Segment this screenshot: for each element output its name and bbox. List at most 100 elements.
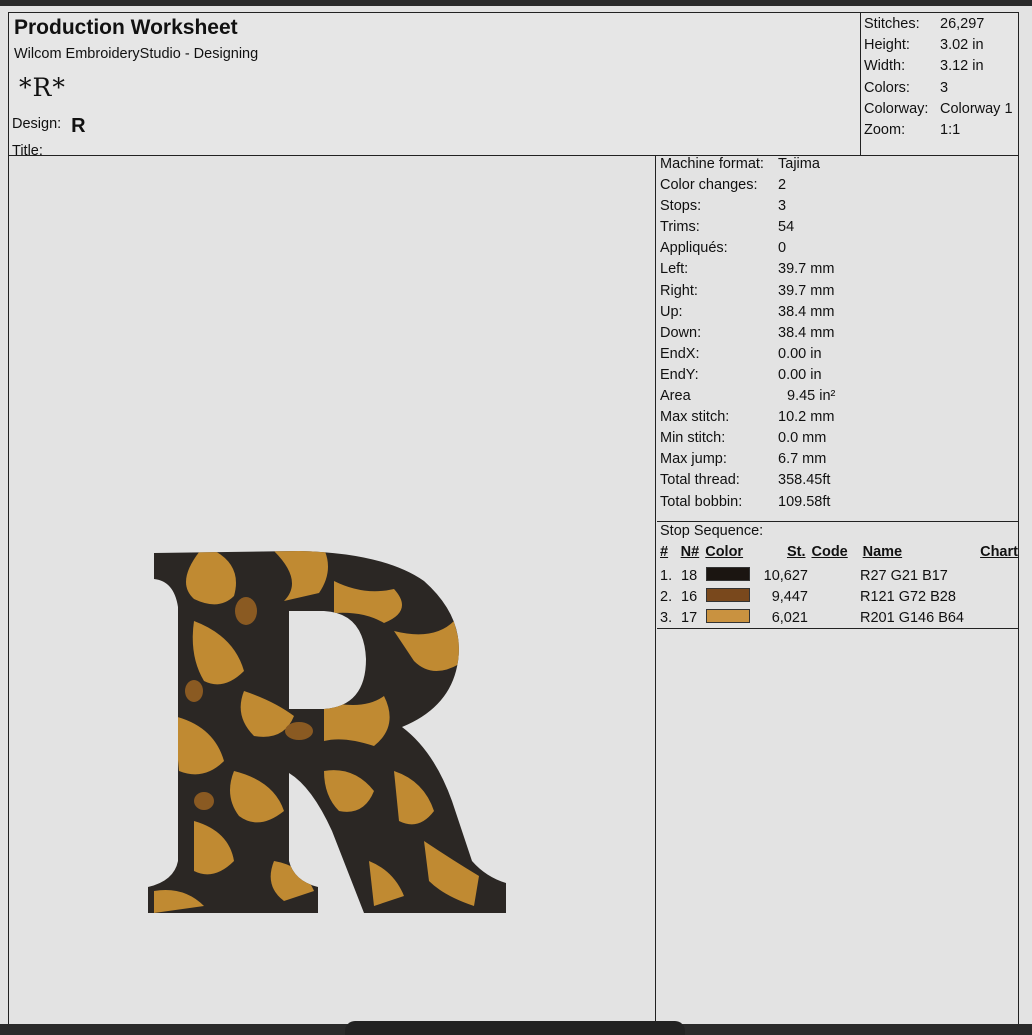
- info-value: 39.7 mm: [778, 282, 835, 299]
- info-row: Stops: 3: [657, 198, 1018, 219]
- info-row: Total bobbin: 109.58ft: [657, 494, 1018, 515]
- info-row: Color changes: 2: [657, 177, 1018, 198]
- summary-row: Height: 3.02 in: [862, 37, 1020, 58]
- info-value: 109.58ft: [778, 493, 831, 510]
- summary-key: Height:: [864, 37, 910, 54]
- color-swatch: [706, 608, 750, 623]
- info-key: Stops:: [660, 198, 702, 215]
- info-value: 358.45ft: [778, 472, 831, 489]
- row-n: 17: [681, 609, 698, 626]
- info-key: Total thread:: [660, 472, 740, 489]
- summary-value: 1:1: [940, 121, 961, 138]
- info-row: Max stitch: 10.2 mm: [657, 409, 1018, 430]
- col-header-n: N#: [680, 544, 700, 560]
- bottom-scroll-tab[interactable]: [345, 1021, 685, 1035]
- info-row: Trims: 54: [657, 219, 1018, 240]
- info-key: Color changes:: [660, 177, 758, 194]
- col-header-idx: #: [660, 544, 669, 560]
- row-color: [706, 608, 758, 627]
- row-n: 16: [681, 588, 698, 605]
- design-row: Design: R: [12, 111, 86, 137]
- info-value: 0.00 in: [778, 366, 822, 383]
- col-header-chart: Chart: [980, 544, 1018, 560]
- row-idx: 2.: [660, 588, 673, 605]
- summary-key: Colors:: [864, 79, 910, 96]
- info-value: 6.7 mm: [778, 451, 827, 468]
- info-value: 54: [778, 219, 795, 236]
- col-header-stitches: St.: [786, 544, 806, 560]
- info-key: Down:: [660, 324, 702, 341]
- info-row: Machine format: Tajima: [657, 156, 1018, 177]
- summary-panel: Stitches: 26,297 Height: 3.02 in Width: 3.1…: [860, 13, 1020, 155]
- stop-sequence-header: # N# Color St. Code Name Chart: [657, 544, 1018, 565]
- info-row: Appliqués: 0: [657, 240, 1018, 261]
- design-value: R: [71, 115, 86, 137]
- info-value: Tajima: [778, 156, 820, 172]
- summary-key: Width:: [864, 58, 906, 75]
- table-row: 3. 17 6,021 R201 G146 B64: [657, 607, 1018, 628]
- info-value: 0.00 in: [778, 345, 822, 362]
- summary-value: 3: [940, 79, 949, 96]
- summary-value: 3.02 in: [940, 37, 984, 54]
- row-idx: 1.: [660, 567, 673, 584]
- info-row: Down: 38.4 mm: [657, 325, 1018, 346]
- row-stitches: 6,021: [771, 609, 808, 626]
- row-n: 18: [681, 567, 698, 584]
- info-key: Machine format:: [660, 156, 764, 172]
- info-key: Trims:: [660, 219, 700, 236]
- col-header-name: Name: [862, 544, 903, 560]
- row-name: R121 G72 B28: [860, 588, 956, 605]
- table-row: 2. 16 9,447 R121 G72 B28: [657, 586, 1018, 607]
- summary-row: Colorway: Colorway 1: [862, 101, 1020, 122]
- info-value: 0.0 mm: [778, 430, 827, 447]
- stop-sequence-table: Stop Sequence: # N# Color St. Code Name …: [657, 521, 1018, 629]
- info-row: Right: 39.7 mm: [657, 283, 1018, 304]
- summary-key: Zoom:: [864, 121, 906, 138]
- info-value: 38.4 mm: [778, 303, 835, 320]
- worksheet-title: Production Worksheet: [14, 16, 238, 39]
- info-value: 3: [778, 198, 787, 215]
- summary-value: 26,297: [940, 16, 985, 32]
- info-key: Appliqués:: [660, 240, 728, 257]
- col-header-color: Color: [705, 544, 744, 560]
- row-name: R201 G146 B64: [860, 609, 964, 626]
- info-value: 10.2 mm: [778, 409, 835, 426]
- info-row: Left: 39.7 mm: [657, 261, 1018, 282]
- embroidery-letter-image: [148, 551, 506, 913]
- info-key: Area: [660, 388, 691, 405]
- info-key: EndX:: [660, 345, 700, 362]
- info-key: Max stitch:: [660, 409, 730, 426]
- table-row: 1. 18 10,627 R27 G21 B17: [657, 565, 1018, 586]
- info-key: Total bobbin:: [660, 493, 743, 510]
- info-row: Up: 38.4 mm: [657, 304, 1018, 325]
- summary-value: 3.12 in: [940, 58, 984, 75]
- machine-info-panel: Machine format: Tajima Color changes: 2 St…: [657, 156, 1018, 515]
- worksheet-header: Production Worksheet Wilcom EmbroiderySt…: [8, 12, 1020, 159]
- row-idx: 3.: [660, 609, 673, 626]
- info-row: Area 9.45 in²: [657, 388, 1018, 409]
- summary-row: Width: 3.12 in: [862, 58, 1020, 79]
- worksheet-body: Machine format: Tajima Color changes: 2 St…: [8, 156, 1019, 1024]
- info-value: 2: [778, 177, 787, 194]
- summary-key: Stitches:: [864, 16, 920, 32]
- info-row: Total thread: 358.45ft: [657, 472, 1018, 493]
- info-key: EndY:: [660, 366, 699, 383]
- row-stitches: 10,627: [763, 567, 808, 584]
- info-row: EndY: 0.00 in: [657, 367, 1018, 388]
- summary-row: Stitches: 26,297: [862, 16, 1020, 37]
- info-key: Max jump:: [660, 451, 727, 468]
- summary-row: Zoom: 1:1: [862, 122, 1020, 143]
- info-key: Min stitch:: [660, 430, 726, 447]
- color-swatch: [706, 566, 750, 581]
- color-swatch: [706, 587, 750, 602]
- summary-value: Colorway 1: [940, 100, 1013, 117]
- design-label: Design:: [12, 116, 62, 132]
- design-preview: [9, 156, 656, 1024]
- summary-row: Colors: 3: [862, 80, 1020, 101]
- info-key: Right:: [660, 282, 698, 299]
- worksheet-subtitle: Wilcom EmbroideryStudio - Designing: [14, 46, 259, 62]
- info-row: Max jump: 6.7 mm: [657, 451, 1018, 472]
- stop-sequence-label: Stop Sequence:: [660, 523, 764, 539]
- col-header-code: Code: [811, 544, 848, 560]
- info-value: 38.4 mm: [778, 324, 835, 341]
